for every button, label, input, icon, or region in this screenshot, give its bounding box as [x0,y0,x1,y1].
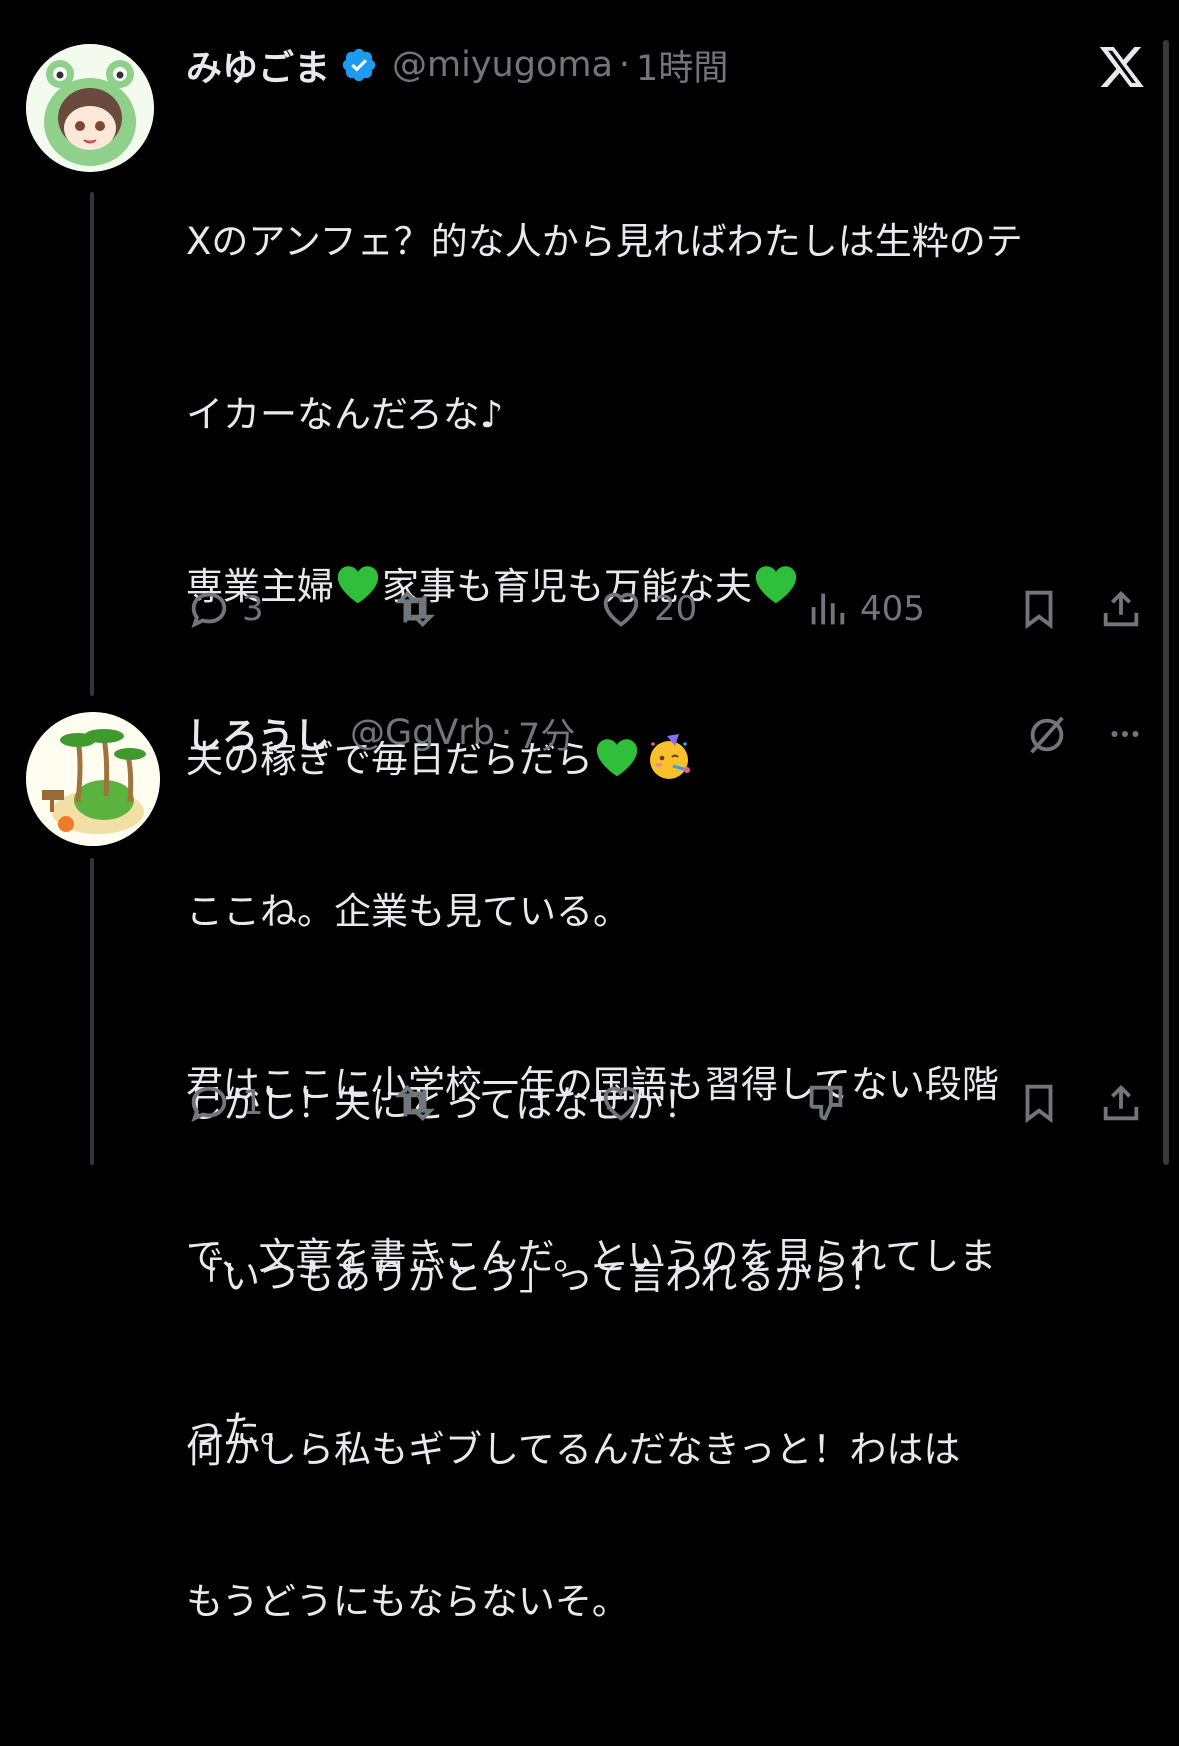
repost-button[interactable] [392,1080,598,1126]
avatar-miyugoma[interactable] [26,44,154,172]
share-icon [1103,590,1139,627]
bookmark-icon [1025,590,1053,630]
views-icon [811,593,845,625]
reply-count: 1 [242,1083,264,1123]
thread-line-1 [90,192,94,696]
more-options-icon[interactable] [1102,716,1148,752]
thumbs-down-icon [809,1085,843,1121]
separator-dot: · [618,45,631,85]
tweet-actions: 1 [186,1078,1151,1128]
scrollbar[interactable] [1163,40,1169,1165]
bookmark-icon [1025,1084,1053,1124]
thread-line-2 [90,858,94,1165]
tweet-body: ここね。企業も見ている。 君はここに小学校一年の国語も習得してない段階 で、文章… [186,768,999,1746]
like-count: 20 [654,589,698,629]
timestamp[interactable]: 7分 [518,708,575,759]
tweet-line: った。 [186,1407,297,1451]
bookmark-button[interactable] [1016,1080,1098,1126]
handle[interactable]: @GgVrb [350,713,495,753]
tweet-line: Xのアンフェ？的な人から見ればわたしは生粋のテ [186,220,1023,263]
display-name[interactable]: しろうし [186,707,330,759]
tweet-line: ここね。企業も見ている。 [186,890,630,933]
views-button[interactable]: 405 [804,586,1016,632]
share-icon [1103,1084,1139,1121]
reply-icon [191,592,227,629]
reply-button[interactable]: 1 [186,1080,392,1126]
repost-icon [395,590,435,628]
reply-button[interactable]: 3 [186,586,392,632]
reply-count: 3 [242,589,264,629]
views-count: 405 [860,589,925,629]
timestamp[interactable]: 1時間 [636,40,728,91]
repost-button[interactable] [392,586,598,632]
share-button[interactable] [1098,1080,1144,1126]
avatar-ggvrb[interactable] [26,712,160,846]
handle[interactable]: @miyugoma [392,45,613,85]
tweet-header: みゆごま @miyugoma · 1時間 [186,39,728,91]
tweet-line: で、文章を書きこんだ。というのを見られてしま [186,1235,997,1278]
verified-badge-icon [340,46,378,84]
tweet-line: もうどうにもならないそ。 [186,1580,629,1623]
reply-icon [191,1086,227,1123]
share-button[interactable] [1098,586,1144,632]
downvote-button[interactable] [804,1080,1016,1126]
display-name[interactable]: みゆごま [186,39,330,91]
separator-dot: · [500,713,513,753]
tweet-actions: 3 20 405 [186,584,1151,634]
heart-icon [603,592,639,627]
bookmark-button[interactable] [1016,586,1098,632]
grok-icon[interactable] [1024,712,1070,758]
repost-icon [395,1084,435,1122]
tweet-line: イカーなんだろな♪ [186,392,504,436]
heart-icon [603,1086,639,1121]
like-button[interactable]: 20 [598,586,804,632]
like-button[interactable] [598,1080,804,1126]
x-logo-icon[interactable] [1098,42,1146,90]
tweet-header: しろうし @GgVrb · 7分 [186,707,575,759]
